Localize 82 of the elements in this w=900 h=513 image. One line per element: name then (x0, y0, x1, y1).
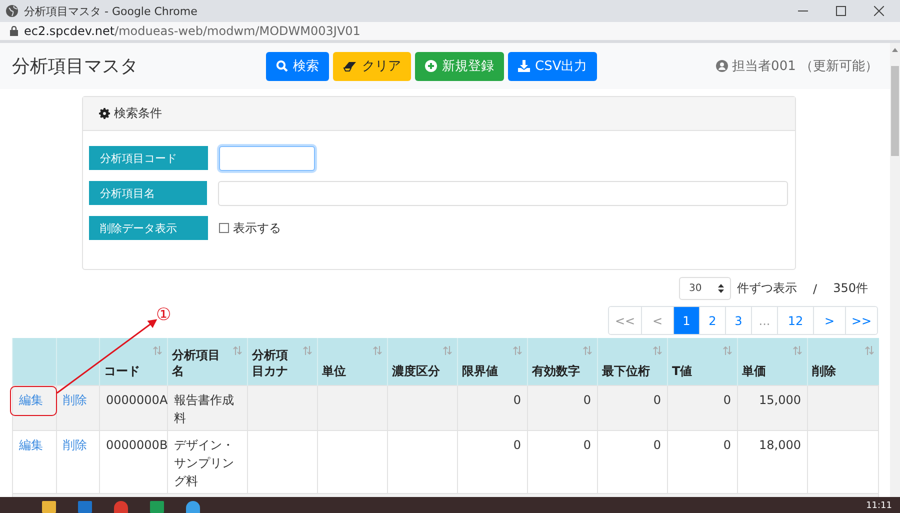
sort-icon[interactable] (653, 346, 662, 355)
scrollbar-thumb[interactable] (891, 66, 899, 156)
add-button[interactable]: 新規登録 (415, 52, 504, 80)
table-cell (248, 385, 318, 430)
table-cell: デザイン・サンプリング料 (168, 430, 248, 493)
column-header[interactable]: 分析項目名 (168, 338, 248, 385)
column-header[interactable]: T値 (668, 338, 738, 385)
lock-icon (10, 26, 18, 36)
table-cell: 0 (668, 430, 738, 493)
table-cell (388, 430, 458, 493)
page-size-select[interactable]: 30 (679, 277, 732, 300)
clock: 11:11 (866, 502, 892, 511)
sort-caret-icon (718, 284, 724, 293)
sort-icon[interactable] (443, 346, 452, 355)
delete-link[interactable]: 削除 (63, 438, 87, 452)
sort-icon[interactable] (153, 346, 162, 355)
total-count: 350件 (833, 280, 868, 297)
clear-button[interactable]: クリア (333, 52, 411, 80)
sort-icon[interactable] (793, 346, 802, 355)
column-header[interactable]: 分析項目カナ (248, 338, 318, 385)
table-cell (318, 430, 388, 493)
checkbox-option[interactable]: 表示する (219, 220, 281, 236)
edit-link[interactable]: 編集 (19, 438, 43, 452)
sort-icon[interactable] (303, 346, 312, 355)
user-label: 担当者001 （更新可能） (732, 58, 878, 75)
maximize-icon[interactable] (836, 6, 846, 16)
table-cell: 0 (668, 385, 738, 430)
field-label: 分析項目コード (89, 146, 208, 170)
download-button[interactable]: CSV出力 (508, 52, 598, 80)
per-page-label: 件ずつ表示 (737, 280, 798, 297)
table-cell (808, 385, 878, 430)
column-header[interactable]: 単位 (318, 338, 388, 385)
close-icon[interactable] (874, 6, 884, 16)
page-title: 分析項目マスタ (12, 55, 139, 78)
separator: / (813, 282, 818, 296)
table-cell (248, 430, 318, 493)
table-cell (318, 385, 388, 430)
sort-icon[interactable] (513, 346, 522, 355)
table-cell: 0000000A (100, 385, 168, 430)
table-cell: 0 (598, 385, 668, 430)
table-cell (388, 385, 458, 430)
sort-icon[interactable] (583, 346, 592, 355)
highlight-frame (10, 386, 57, 416)
table-cell: 15,000 (738, 385, 808, 430)
table-cell: 0 (528, 430, 598, 493)
plus-circle-icon (425, 60, 437, 72)
input-field[interactable] (219, 146, 315, 170)
user-icon (716, 60, 728, 72)
eraser-icon (343, 60, 357, 72)
table-cell: 0 (598, 430, 668, 493)
panel-title: 検索条件 (114, 105, 162, 122)
column-header[interactable]: 限界値 (458, 338, 528, 385)
sort-icon[interactable] (864, 346, 874, 355)
table-cell: 0000000B (100, 430, 168, 493)
column-header[interactable]: 単価 (738, 338, 808, 385)
table-cell: 0 (528, 385, 598, 430)
gear-icon (99, 108, 110, 119)
sort-icon[interactable] (373, 346, 382, 355)
scroll-up-icon[interactable] (892, 48, 898, 52)
sort-icon[interactable] (233, 346, 242, 355)
field-label: 削除データ表示 (89, 216, 208, 240)
table-cell: 18,000 (738, 430, 808, 493)
sort-icon[interactable] (723, 346, 732, 355)
delete-link[interactable]: 削除 (63, 392, 87, 406)
window-title: 分析項目マスタ - Google Chrome (24, 4, 198, 18)
field-label: 分析項目名 (89, 181, 208, 205)
table-cell: 報告書作成料 (168, 385, 248, 430)
edit-link[interactable]: 編集 (19, 392, 43, 406)
table-cell: 0 (458, 385, 528, 430)
download-icon (518, 60, 530, 72)
table-cell: 0 (458, 430, 528, 493)
search-button[interactable]: 検索 (266, 52, 329, 80)
page-button[interactable]: >> (845, 307, 877, 334)
page-button[interactable]: 1 (673, 307, 699, 334)
column-header[interactable]: 最下位桁 (598, 338, 668, 385)
column-header[interactable]: 有効数字 (528, 338, 598, 385)
column-header[interactable]: 削除 (808, 338, 878, 385)
annotation-number: ① (156, 305, 172, 325)
column-header[interactable]: コード (100, 338, 168, 385)
column-header[interactable]: 濃度区分 (388, 338, 458, 385)
search-icon (276, 60, 288, 72)
input-field[interactable] (218, 180, 788, 206)
